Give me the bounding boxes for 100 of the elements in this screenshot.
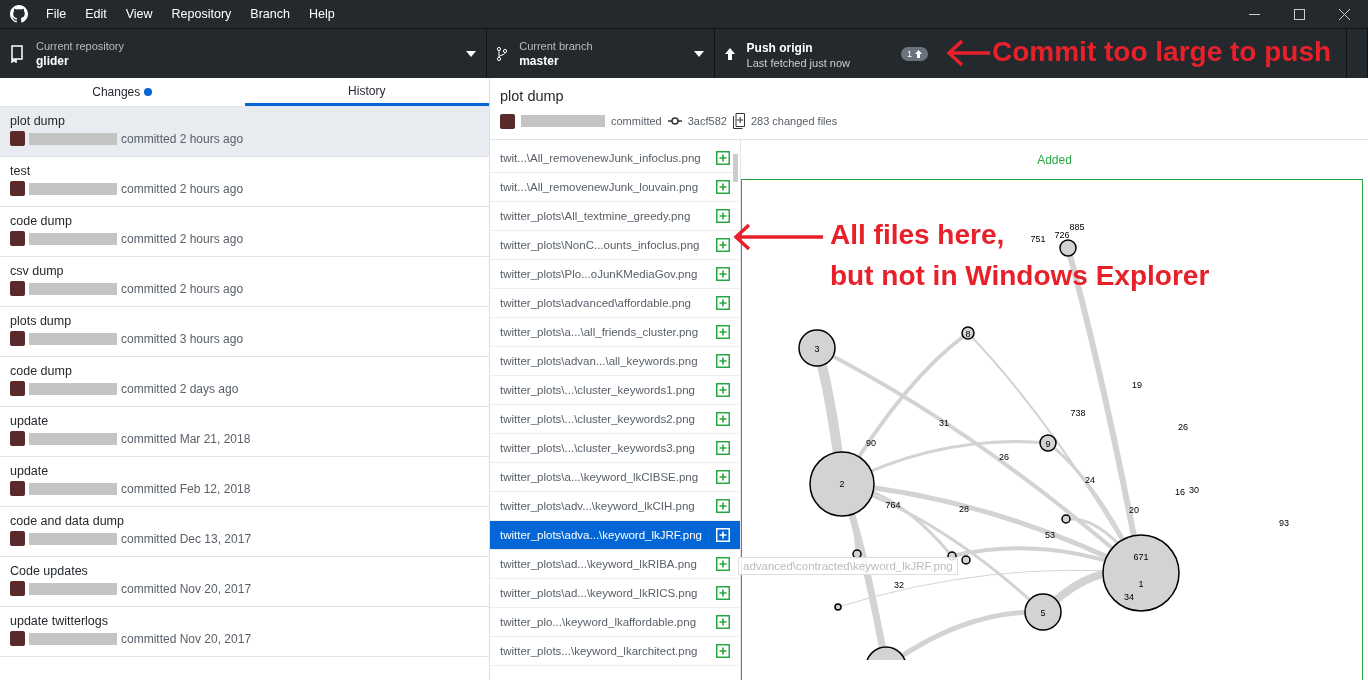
github-logo-icon bbox=[10, 5, 28, 23]
graph-node bbox=[865, 646, 907, 660]
avatar bbox=[10, 231, 25, 246]
menu-item[interactable]: Repository bbox=[171, 7, 232, 21]
commit-title: Code updates bbox=[10, 564, 89, 578]
repo-book-icon bbox=[10, 44, 24, 63]
commit-item[interactable]: code and data dump committed Dec 13, 2017 bbox=[0, 507, 489, 557]
added-icon bbox=[716, 151, 730, 165]
commit-item[interactable]: update twitterlogs committed Nov 20, 2017 bbox=[0, 607, 489, 657]
ahead-count-badge: 1 bbox=[900, 46, 928, 61]
added-icon bbox=[716, 441, 730, 455]
graph-node bbox=[1039, 434, 1057, 452]
added-icon bbox=[716, 296, 730, 310]
commit-item[interactable]: update committed Mar 21, 2018 bbox=[0, 407, 489, 457]
file-item[interactable]: twitter_plots\...\cluster_keywords3.png bbox=[490, 434, 740, 463]
caret-icon bbox=[466, 50, 477, 57]
node-label: 93 bbox=[1279, 518, 1289, 528]
graph-node bbox=[1024, 593, 1062, 631]
added-icon bbox=[716, 354, 730, 368]
commit-item[interactable]: plots dump committed 3 hours ago bbox=[0, 307, 489, 357]
avatar bbox=[10, 131, 25, 146]
commit-time: committed Nov 20, 2017 bbox=[121, 631, 252, 646]
commit-title: update twitterlogs bbox=[10, 614, 109, 628]
node-label: 30 bbox=[1189, 485, 1199, 495]
file-item[interactable]: twitter_plots\...\cluster_keywords2.png bbox=[490, 405, 740, 434]
menu-item[interactable]: Edit bbox=[85, 7, 107, 21]
file-item[interactable]: twitter_plots\ad...\keyword_lkRICS.png bbox=[490, 579, 740, 608]
file-item[interactable]: twitter_plots\NonC...ounts_infoclus.png bbox=[490, 231, 740, 260]
avatar bbox=[10, 631, 25, 646]
graph-node bbox=[834, 603, 842, 611]
node-label: 31 bbox=[939, 418, 949, 428]
file-item[interactable]: twitter_plots\advanced\affordable.png bbox=[490, 289, 740, 318]
commit-icon bbox=[667, 117, 682, 125]
commit-item[interactable]: code dump committed 2 hours ago bbox=[0, 207, 489, 257]
commit-time: committed Mar 21, 2018 bbox=[121, 431, 251, 446]
commit-title: update bbox=[10, 464, 50, 478]
added-icon bbox=[716, 528, 730, 542]
file-item[interactable]: twitter_plots\All_textmine_greedy.png bbox=[490, 202, 740, 231]
commit-title: code dump bbox=[10, 364, 73, 378]
node-label: 764 bbox=[885, 500, 901, 510]
menu-item[interactable]: File bbox=[46, 7, 67, 21]
node-label: 20 bbox=[1129, 505, 1139, 515]
file-item[interactable]: twitter_plots\...\cluster_keywords1.png bbox=[490, 376, 740, 405]
commit-time: committed 3 hours ago bbox=[121, 331, 244, 346]
commit-title: update bbox=[10, 414, 50, 428]
branch-dropdown[interactable]: Current branch master bbox=[487, 29, 715, 78]
node-label: 90 bbox=[866, 438, 876, 448]
file-item[interactable]: twitter_plots\Plo...oJunKMediaGov.png bbox=[490, 260, 740, 289]
graph-node bbox=[1061, 514, 1071, 524]
up-arrow-icon bbox=[724, 47, 735, 60]
added-icon bbox=[716, 586, 730, 600]
graph-node bbox=[798, 329, 836, 367]
commit-time: committed 2 hours ago bbox=[121, 231, 244, 246]
commit-item[interactable]: code dump committed 2 days ago bbox=[0, 357, 489, 407]
node-label: 751 bbox=[1030, 234, 1046, 244]
commit-item[interactable]: plot dump committed 2 hours ago bbox=[0, 107, 489, 157]
avatar bbox=[10, 381, 25, 396]
close-icon[interactable] bbox=[1339, 8, 1350, 20]
commit-title: plot dump bbox=[500, 88, 565, 104]
commit-item[interactable]: update committed Feb 12, 2018 bbox=[0, 457, 489, 507]
avatar bbox=[10, 581, 25, 596]
avatar bbox=[10, 331, 25, 346]
node-label: 28 bbox=[959, 504, 969, 514]
added-icon bbox=[716, 180, 730, 194]
commit-time: committed 2 days ago bbox=[121, 381, 239, 396]
added-icon bbox=[716, 209, 730, 223]
committed-label: committed bbox=[611, 115, 662, 127]
menu-item[interactable]: Branch bbox=[250, 7, 290, 21]
file-item[interactable]: twitter_plots\advan...\all_keywords.png bbox=[490, 347, 740, 376]
node-label: 16 bbox=[1175, 487, 1185, 497]
added-icon bbox=[716, 325, 730, 339]
scrollbar-thumb[interactable] bbox=[733, 154, 738, 182]
commit-item[interactable]: Code updates committed Nov 20, 2017 bbox=[0, 557, 489, 607]
commit-title: test bbox=[10, 164, 32, 178]
avatar bbox=[10, 531, 25, 546]
avatar bbox=[10, 431, 25, 446]
commit-title: plot dump bbox=[10, 114, 66, 128]
avatar bbox=[500, 113, 515, 129]
file-item[interactable]: twitter_plots\a...\all_friends_cluster.png bbox=[490, 318, 740, 347]
repository-dropdown[interactable]: Current repository glider bbox=[0, 29, 488, 78]
branch-icon bbox=[497, 45, 508, 62]
file-diff-icon bbox=[732, 113, 745, 129]
file-item[interactable]: twitter_plots...\keyword_lkarchitect.png bbox=[490, 637, 740, 666]
tab[interactable]: Changes bbox=[0, 78, 245, 106]
graph-node bbox=[961, 326, 975, 340]
commit-item[interactable]: csv dump committed 2 hours ago bbox=[0, 257, 489, 307]
file-item[interactable]: twitter_plots\a...\keyword_lkCIBSE.png bbox=[490, 463, 740, 492]
file-item[interactable]: twitter_plo...\keyword_lkaffordable.png bbox=[490, 608, 740, 637]
added-icon bbox=[716, 238, 730, 252]
avatar bbox=[10, 181, 25, 196]
commit-time: committed 2 hours ago bbox=[121, 131, 244, 146]
node-label: 3 bbox=[814, 344, 820, 354]
maximize-icon[interactable] bbox=[1294, 8, 1305, 20]
file-item[interactable]: twitter_plots\adva...\keyword_lkJRF.png bbox=[490, 521, 740, 550]
changed-files-count: 283 changed files bbox=[750, 115, 838, 127]
commit-item[interactable]: test committed 2 hours ago bbox=[0, 157, 489, 207]
avatar bbox=[10, 281, 25, 296]
menu-item[interactable]: View bbox=[125, 7, 153, 21]
tooltip: advanced\contracted\keyword_lkJRF.png bbox=[738, 557, 958, 575]
menu-item[interactable]: Help bbox=[308, 7, 335, 21]
